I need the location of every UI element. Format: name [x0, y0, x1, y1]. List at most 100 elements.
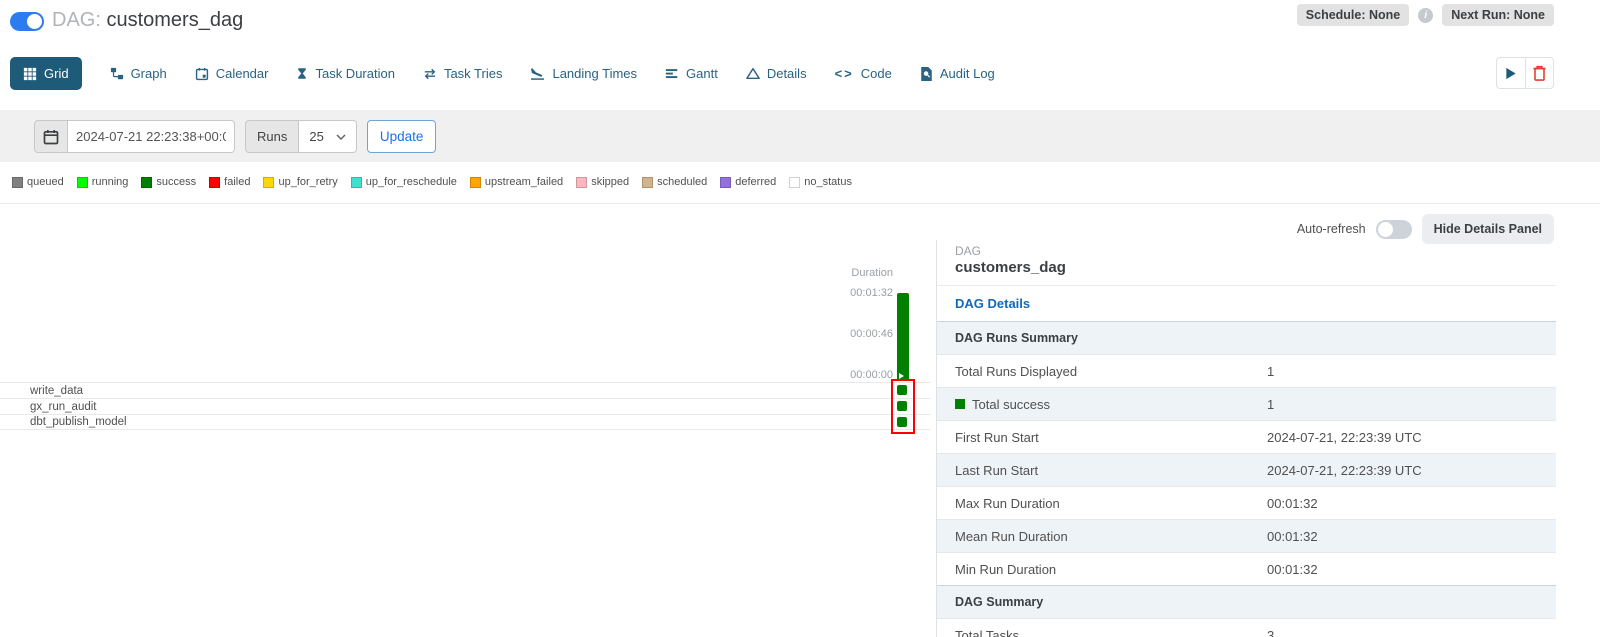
- legend-swatch: [642, 177, 653, 188]
- header-badges: Schedule: None i Next Run: None: [1297, 4, 1554, 26]
- dag-action-buttons: [1496, 57, 1554, 89]
- grid-icon: [23, 67, 37, 81]
- details-row-value: 00:01:32: [1267, 562, 1318, 577]
- tab-landing-times[interactable]: Landing Times: [530, 66, 637, 81]
- divider: [0, 203, 1600, 204]
- code-icon: <>: [835, 66, 854, 81]
- next-run-badge: Next Run: None: [1442, 4, 1554, 26]
- tab-task-tries[interactable]: Task Tries: [423, 66, 503, 81]
- details-section-header: DAG Summary: [937, 585, 1556, 618]
- details-row: Total Tasks3: [937, 618, 1556, 637]
- legend-label: failed: [224, 176, 250, 188]
- tab-calendar[interactable]: Calendar: [195, 66, 269, 81]
- task-instance-square[interactable]: [897, 385, 907, 395]
- details-row-label: Max Run Duration: [937, 496, 1060, 511]
- update-button[interactable]: Update: [367, 120, 437, 153]
- trigger-dag-button[interactable]: [1496, 57, 1525, 89]
- details-row-label: Mean Run Duration: [937, 529, 1068, 544]
- legend-item-deferred: deferred: [720, 176, 776, 188]
- legend-swatch: [720, 177, 731, 188]
- task-name[interactable]: write_data: [0, 385, 83, 397]
- delete-dag-button[interactable]: [1525, 57, 1554, 89]
- legend-label: no_status: [804, 176, 852, 188]
- task-instance-square[interactable]: [897, 401, 907, 411]
- tab-label: Task Tries: [444, 66, 503, 81]
- legend-swatch: [789, 177, 800, 188]
- base-date-input[interactable]: [68, 120, 235, 153]
- status-swatch: [955, 399, 965, 409]
- tab-details[interactable]: Details: [746, 66, 807, 81]
- dag-prefix-label: DAG:: [52, 9, 101, 31]
- filter-bar: Runs 25 Update: [0, 110, 1600, 162]
- dag-run-bar[interactable]: [897, 293, 909, 381]
- details-row: Last Run Start2024-07-21, 22:23:39 UTC: [937, 453, 1556, 486]
- details-row-value: 2024-07-21, 22:23:39 UTC: [1267, 430, 1422, 445]
- page-title: DAG: customers_dag: [52, 9, 243, 32]
- legend-item-no_status: no_status: [789, 176, 852, 188]
- details-row-value: 00:01:32: [1267, 529, 1318, 544]
- legend-item-failed: failed: [209, 176, 250, 188]
- details-row-label: DAG Runs Summary: [937, 331, 1078, 345]
- tab-label: Graph: [131, 66, 167, 81]
- details-row-value: 00:01:32: [1267, 496, 1318, 511]
- details-row-value: 1: [1267, 364, 1274, 379]
- tab-bar: Grid Graph Calendar Task Duration Task Tries…: [10, 57, 995, 90]
- tab-dag-details[interactable]: DAG Details: [937, 286, 1030, 321]
- airflow-grid-page: DAG: customers_dag Schedule: None i Next…: [0, 0, 1600, 637]
- task-name[interactable]: dbt_publish_model: [0, 416, 127, 428]
- details-row: Mean Run Duration 00:01:32: [937, 519, 1556, 552]
- tab-task-duration[interactable]: Task Duration: [296, 66, 394, 81]
- tab-label: Details: [767, 66, 807, 81]
- num-runs-value: 25: [309, 129, 323, 144]
- num-runs-select[interactable]: 25: [298, 120, 356, 153]
- play-icon: [1505, 67, 1517, 80]
- tab-label: Gantt: [686, 66, 718, 81]
- task-rows: write_data gx_run_audit dbt_publish_model: [0, 382, 930, 430]
- details-row-label: First Run Start: [937, 430, 1039, 445]
- details-row: Max Run Duration 00:01:32: [937, 486, 1556, 519]
- dag-pause-toggle[interactable]: [10, 12, 44, 31]
- runs-label: Runs: [245, 120, 298, 153]
- legend-swatch: [209, 177, 220, 188]
- legend-item-upstream_failed: upstream_failed: [470, 176, 563, 188]
- legend-swatch: [77, 177, 88, 188]
- legend-item-up_for_reschedule: up_for_reschedule: [351, 176, 457, 188]
- duration-tick: 00:00:46: [809, 328, 893, 340]
- tab-grid[interactable]: Grid: [10, 57, 82, 90]
- details-row: Total success1: [937, 387, 1556, 420]
- tab-graph[interactable]: Graph: [110, 66, 167, 81]
- toggle-knob: [1378, 222, 1393, 237]
- legend-item-skipped: skipped: [576, 176, 629, 188]
- tab-audit-log[interactable]: Audit Log: [920, 66, 995, 81]
- task-row: gx_run_audit: [0, 398, 930, 414]
- trash-icon: [1532, 65, 1547, 81]
- legend-item-queued: queued: [12, 176, 64, 188]
- details-panel-head: DAG customers_dag: [937, 240, 1556, 286]
- dag-name: customers_dag: [106, 9, 243, 31]
- details-row: First Run Start 2024-07-21, 22:23:39 UTC: [937, 420, 1556, 453]
- legend-swatch: [263, 177, 274, 188]
- tab-label: Audit Log: [940, 66, 995, 81]
- legend-item-scheduled: scheduled: [642, 176, 707, 188]
- legend-swatch: [576, 177, 587, 188]
- tab-label: Calendar: [216, 66, 269, 81]
- duration-tick: 00:01:32: [809, 287, 893, 299]
- triangle-icon: [746, 67, 760, 80]
- panel-dag-name: customers_dag: [955, 259, 1556, 276]
- tab-label: Grid: [44, 66, 69, 81]
- task-instance-square[interactable]: [897, 417, 907, 427]
- details-row-value: 1: [1267, 397, 1274, 412]
- task-name[interactable]: gx_run_audit: [0, 401, 97, 413]
- details-row-label: Total Runs Displayed: [937, 364, 1077, 379]
- graph-icon: [110, 67, 124, 81]
- details-row: Total Runs Displayed 1: [937, 354, 1556, 387]
- info-icon[interactable]: i: [1418, 8, 1433, 23]
- legend-swatch: [470, 177, 481, 188]
- auto-refresh-toggle[interactable]: [1376, 220, 1412, 239]
- tab-code[interactable]: <>Code: [835, 66, 892, 81]
- tab-gantt[interactable]: Gantt: [665, 66, 718, 81]
- duration-tick: 00:00:00: [809, 369, 893, 381]
- tab-label: Task Duration: [315, 66, 394, 81]
- date-picker-button[interactable]: [34, 120, 68, 153]
- details-panel: DAG customers_dag DAG Details DAG Runs S…: [936, 240, 1556, 637]
